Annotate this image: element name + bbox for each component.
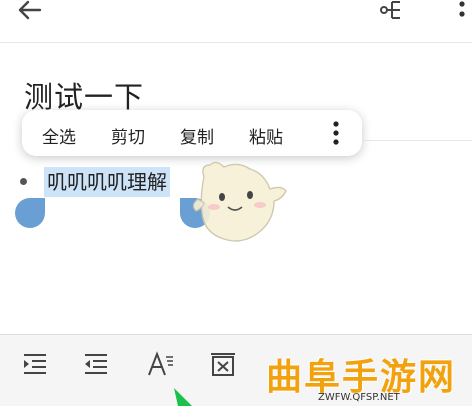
text-format-icon [148, 351, 173, 376]
menu-more-button[interactable] [330, 120, 342, 146]
indent-decrease-icon [85, 354, 107, 374]
back-button[interactable] [14, 0, 44, 24]
title-divider [362, 140, 472, 141]
mindmap-share-icon [380, 1, 400, 19]
paste-item[interactable]: 粘贴 [249, 123, 283, 148]
copy-item[interactable]: 复制 [180, 123, 214, 148]
green-arrow-icon [174, 388, 192, 406]
bullet-dot [20, 178, 27, 185]
text-selection-menu: 全选 剪切 复制 粘贴 [22, 110, 362, 156]
cut-item[interactable]: 剪切 [111, 123, 145, 148]
mascot-sticker-image [192, 161, 287, 242]
selected-bullet-text[interactable]: 叽叽叽叽理解 [44, 167, 170, 197]
indent-button[interactable] [20, 349, 50, 379]
watermark-subtitle: ZWFW.QFSP.NET [318, 392, 400, 403]
overflow-menu-button[interactable] [452, 0, 472, 24]
arrow-left-icon [18, 0, 42, 20]
delete-button[interactable] [208, 349, 238, 379]
top-app-bar [0, 0, 472, 40]
site-watermark: 曲阜手游网 ZWFW.QFSP.NET [262, 348, 472, 406]
more-vertical-icon [459, 1, 465, 17]
select-all-item[interactable]: 全选 [42, 123, 76, 148]
top-divider [0, 42, 472, 43]
selection-handle-start[interactable] [15, 198, 45, 228]
text-format-button[interactable] [146, 349, 176, 379]
mindmap-button[interactable] [378, 0, 406, 24]
indent-increase-icon [24, 354, 46, 374]
delete-box-icon [211, 353, 235, 376]
outdent-button[interactable] [81, 349, 111, 379]
more-vertical-icon [333, 121, 339, 145]
